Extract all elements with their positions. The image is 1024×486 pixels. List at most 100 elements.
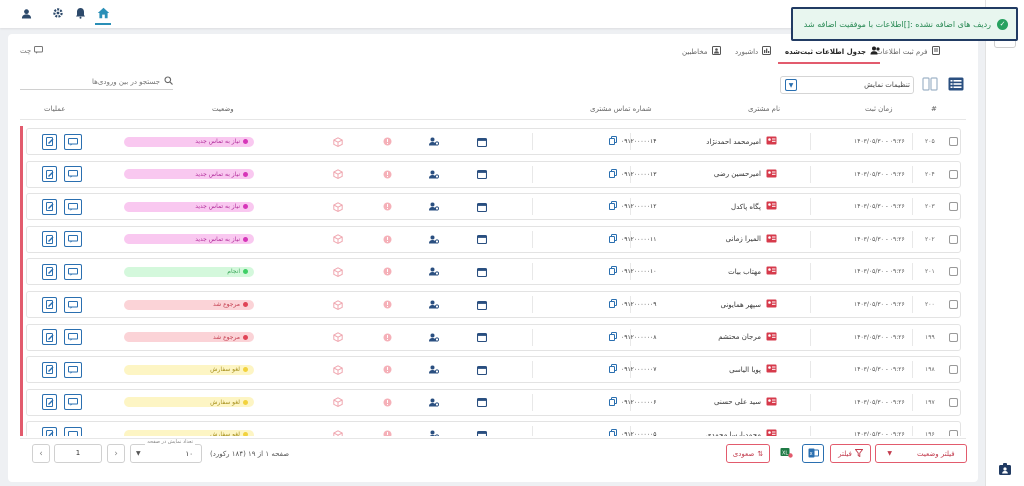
copy-icon[interactable] [609,233,617,245]
row-checkbox[interactable] [949,300,958,309]
package-icon[interactable] [333,325,343,350]
row-checkbox[interactable] [949,430,958,436]
user-settings-icon[interactable] [429,227,439,252]
copy-icon[interactable] [609,136,617,147]
row-checkbox[interactable] [949,202,958,212]
edit-document-button[interactable] [42,329,57,346]
user-settings-icon[interactable] [429,162,439,187]
page-number-input[interactable]: 1 [54,444,102,463]
copy-icon[interactable] [609,168,617,180]
copy-icon[interactable] [609,364,617,375]
user-settings-icon[interactable] [429,194,439,219]
comment-button[interactable] [64,198,82,215]
status-badge[interactable]: نیاز به تماس جدید [124,201,254,212]
comment-button[interactable] [64,394,82,411]
home-icon[interactable] [95,5,111,21]
table-row[interactable]: ۱۹۶ ۱۴۰۳/۰۵/۳۰ - ۰۹:۲۶ محمدپارسا محمدی ۰… [26,421,961,436]
calendar-icon[interactable] [477,390,487,415]
copy-icon[interactable] [609,201,617,212]
table-row[interactable]: ۲۰۲ ۱۴۰۳/۰۵/۳۰ - ۰۹:۲۶ المیرا زمانی ۰۹۱۲… [26,225,961,253]
status-badge[interactable]: نیاز به تماس جدید [124,234,254,245]
comment-button[interactable] [64,361,82,378]
badge-icon[interactable] [998,462,1012,478]
comment-button[interactable] [64,426,82,436]
copy-icon[interactable] [609,396,617,408]
contact-card-icon[interactable] [766,429,777,436]
info-icon[interactable] [383,422,392,436]
grid-view-icon[interactable] [922,77,938,91]
status-badge[interactable]: لغو سفارش [124,364,254,375]
info-icon[interactable] [383,227,392,252]
package-icon[interactable] [333,227,343,252]
table-row[interactable]: ۱۹۷ ۱۴۰۳/۰۵/۳۰ - ۰۹:۲۶ سید علی حسنی ۰۹۱۲… [26,388,961,416]
list-view-icon[interactable] [948,77,964,91]
user-settings-icon[interactable] [429,390,439,415]
table-row[interactable]: ۲۰۵ ۱۴۰۳/۰۵/۳۰ - ۰۹:۲۶ امیرمحمد احمدنژاد… [26,128,961,155]
row-checkbox[interactable] [949,234,958,244]
info-icon[interactable] [383,129,392,154]
row-checkbox[interactable] [949,137,958,146]
table-row[interactable]: ۱۹۸ ۱۴۰۳/۰۵/۳۰ - ۰۹:۲۶ پویا الیاسی ۰۹۱۲۰… [26,356,961,384]
comment-button[interactable] [64,329,82,346]
package-icon[interactable] [333,357,343,382]
row-checkbox[interactable] [949,169,958,179]
copy-icon[interactable] [609,266,617,277]
search-box[interactable] [20,74,173,90]
calendar-icon[interactable] [477,194,487,219]
display-settings-select[interactable]: ▼ تنظیمات نمایش [780,76,914,94]
package-icon[interactable] [333,194,343,219]
edit-document-button[interactable] [42,231,57,248]
status-badge[interactable]: مرجوع شد [124,299,254,310]
comment-button[interactable] [64,263,82,280]
prev-page-button[interactable]: ‹ [32,444,50,463]
info-icon[interactable] [383,292,392,317]
ascending-sort-button[interactable]: صعودی ⇅ [726,444,770,463]
next-page-button[interactable]: › [107,444,125,463]
user-settings-icon[interactable] [429,292,439,317]
info-icon[interactable] [383,390,392,415]
filter-button[interactable]: فیلتر [830,444,871,463]
excel-export-button[interactable]: x [802,444,824,463]
edit-document-button[interactable] [42,263,57,280]
package-icon[interactable] [333,390,343,415]
contact-card-icon[interactable] [766,234,777,245]
comment-button[interactable] [64,166,82,183]
status-badge[interactable]: لغو سفارش [124,397,254,408]
package-icon[interactable] [333,259,343,284]
tab-contacts[interactable]: مخاطبین [682,46,721,57]
per-page-select[interactable]: تعداد نمایش در صفحه ۱۰ ▼ [130,439,202,463]
contact-card-icon[interactable] [766,169,777,180]
calendar-icon[interactable] [477,422,487,436]
contact-card-icon[interactable] [766,364,777,375]
status-badge[interactable]: انجام [124,266,254,277]
contact-card-icon[interactable] [766,266,777,277]
calendar-icon[interactable] [477,292,487,317]
row-checkbox[interactable] [949,332,958,342]
gear-icon[interactable] [50,5,66,21]
package-icon[interactable] [333,422,343,436]
user-icon[interactable] [18,5,34,21]
calendar-icon[interactable] [477,129,487,154]
calendar-icon[interactable] [477,357,487,382]
info-icon[interactable] [383,259,392,284]
edit-document-button[interactable] [42,394,57,411]
info-icon[interactable] [383,325,392,350]
contact-card-icon[interactable] [766,332,777,343]
contact-card-icon[interactable] [766,136,777,147]
status-badge[interactable]: مرجوع شد [124,332,254,343]
contact-card-icon[interactable] [766,397,777,408]
copy-icon[interactable] [609,331,617,343]
edit-document-button[interactable] [42,426,57,436]
calendar-icon[interactable] [477,325,487,350]
tab-table[interactable]: جدول اطلاعات ثبت‌شده [785,46,881,57]
status-filter-button[interactable]: ▼ فیلتر وضعیت [875,444,967,463]
edit-document-button[interactable] [42,166,57,183]
user-settings-icon[interactable] [429,129,439,154]
package-icon[interactable] [333,162,343,187]
contact-card-icon[interactable] [766,299,777,310]
table-row[interactable]: ۱۹۹ ۱۴۰۳/۰۵/۳۰ - ۰۹:۲۶ مرجان محتشم ۰۹۱۲۰… [26,323,961,351]
edit-document-button[interactable] [42,361,57,378]
calendar-icon[interactable] [477,259,487,284]
calendar-icon[interactable] [477,162,487,187]
tab-form[interactable]: فرم ثبت اطلاعات [876,46,940,57]
